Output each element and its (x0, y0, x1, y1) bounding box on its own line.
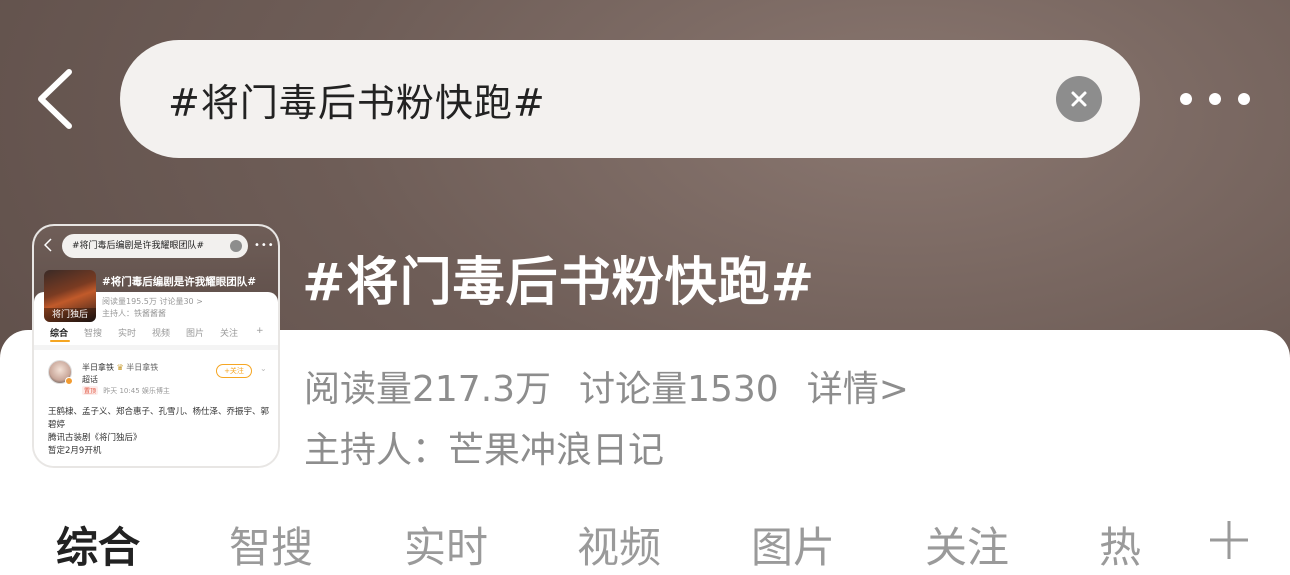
thumbnail-post-line: 腾讯古装剧《将门独后》 (48, 433, 142, 443)
thumbnail-tab: 智搜 (84, 329, 103, 339)
discussion-count: 讨论量1530 (579, 369, 779, 410)
search-input[interactable]: #将门毒后书粉快跑# (168, 72, 1056, 127)
verified-badge-icon (65, 377, 73, 385)
chevron-down-icon: ⌄ (260, 364, 267, 373)
tab-hot[interactable]: 热 (1099, 514, 1141, 575)
thumbnail-tab: 关注 (220, 329, 239, 339)
more-dots-icon (1180, 93, 1192, 105)
thumbnail-post-user: 半日拿铁 ♛ 半日拿铁 (82, 362, 158, 373)
thumbnail-poster-image: 将门独后 (44, 270, 96, 322)
close-icon (230, 240, 242, 252)
thumbnail-tab: 图片 (186, 329, 205, 339)
search-bar[interactable]: #将门毒后书粉快跑# (120, 40, 1140, 158)
thumbnail-tab: 视频 (152, 329, 171, 339)
tab-realtime[interactable]: 实时 (404, 514, 488, 575)
tab-smart-search[interactable]: 智搜 (229, 514, 313, 575)
thumbnail-host: 主持人：铁酱酱酱 (102, 309, 166, 318)
back-button[interactable] (30, 66, 80, 132)
tab-bar: 综合 智搜 实时 视频 图片 关注 热 (0, 505, 1290, 575)
tab-following[interactable]: 关注 (925, 514, 1009, 575)
plus-icon (1210, 521, 1248, 559)
chevron-left-icon (38, 69, 72, 129)
more-dots-icon (1238, 93, 1250, 105)
more-dots-icon (1209, 93, 1221, 105)
thumbnail-post-line: 王鹤棣、孟子义、郑合惠子、孔雪儿、杨仕泽、乔振宇、郭碧婷 (48, 407, 270, 430)
chevron-left-icon (44, 238, 52, 252)
thumbnail-search-bar: #将门毒后编剧是许我耀眼团队# (62, 234, 248, 258)
crown-icon: ♛ (116, 363, 124, 372)
thumbnail-tab-underline (50, 340, 70, 342)
add-tab-button[interactable] (1206, 517, 1252, 563)
thumbnail-stats: 阅读量195.5万 讨论量30 > (102, 297, 203, 306)
thumbnail-tabs: 综合 智搜 实时 视频 图片 关注 + (34, 326, 278, 342)
tab-fade-overlay (1140, 505, 1200, 575)
close-icon (1071, 91, 1087, 107)
thumbnail-poster-label: 将门独后 (44, 308, 96, 322)
clear-search-button[interactable] (1056, 76, 1102, 122)
thumbnail-follow-button: +关注 (216, 364, 252, 378)
thumbnail-username-secondary: 半日拿铁 (126, 363, 159, 372)
read-count: 阅读量217.3万 (304, 369, 552, 410)
thumbnail-post-body: 王鹤棣、孟子义、郑合惠子、孔雪儿、杨仕泽、乔振宇、郭碧婷 腾讯古装剧《将门独后》… (48, 406, 270, 458)
thumbnail-post-time: 昨天 10:45 娱乐博主 (103, 387, 170, 395)
topic-stats: 阅读量217.3万 讨论量1530 详情> (304, 360, 909, 412)
details-link[interactable]: 详情> (807, 360, 909, 412)
topic-title: #将门毒后书粉快跑# (302, 253, 816, 313)
thumbnail-title: #将门毒后编剧是许我耀眼团队# (102, 276, 257, 288)
thumbnail-tab: 综合 (50, 329, 69, 339)
topic-thumbnail[interactable]: #将门毒后编剧是许我耀眼团队# ••• 将门独后 #将门毒后编剧是许我耀眼团队#… (34, 226, 278, 466)
more-options-button[interactable] (1180, 88, 1250, 110)
topic-host[interactable]: 主持人：芒果冲浪日记 (304, 421, 664, 473)
thumbnail-tab: 实时 (118, 329, 137, 339)
tab-video[interactable]: 视频 (577, 514, 661, 575)
thumbnail-post-line: 暂定2月9开机 (48, 446, 102, 456)
thumbnail-search-text: #将门毒后编剧是许我耀眼团队# (72, 241, 205, 251)
tab-comprehensive[interactable]: 综合 (56, 514, 140, 575)
thumbnail-divider (34, 345, 278, 350)
thumbnail-username: 半日拿铁 (82, 363, 114, 372)
tab-images[interactable]: 图片 (751, 514, 835, 575)
thumbnail-tab: + (256, 326, 264, 336)
thumbnail-post-subtitle: 超话 (82, 375, 98, 384)
pinned-tag: 置顶 (82, 386, 99, 395)
thumbnail-post-meta: 置顶 昨天 10:45 娱乐博主 (82, 386, 170, 396)
more-dots-icon: ••• (254, 240, 275, 251)
